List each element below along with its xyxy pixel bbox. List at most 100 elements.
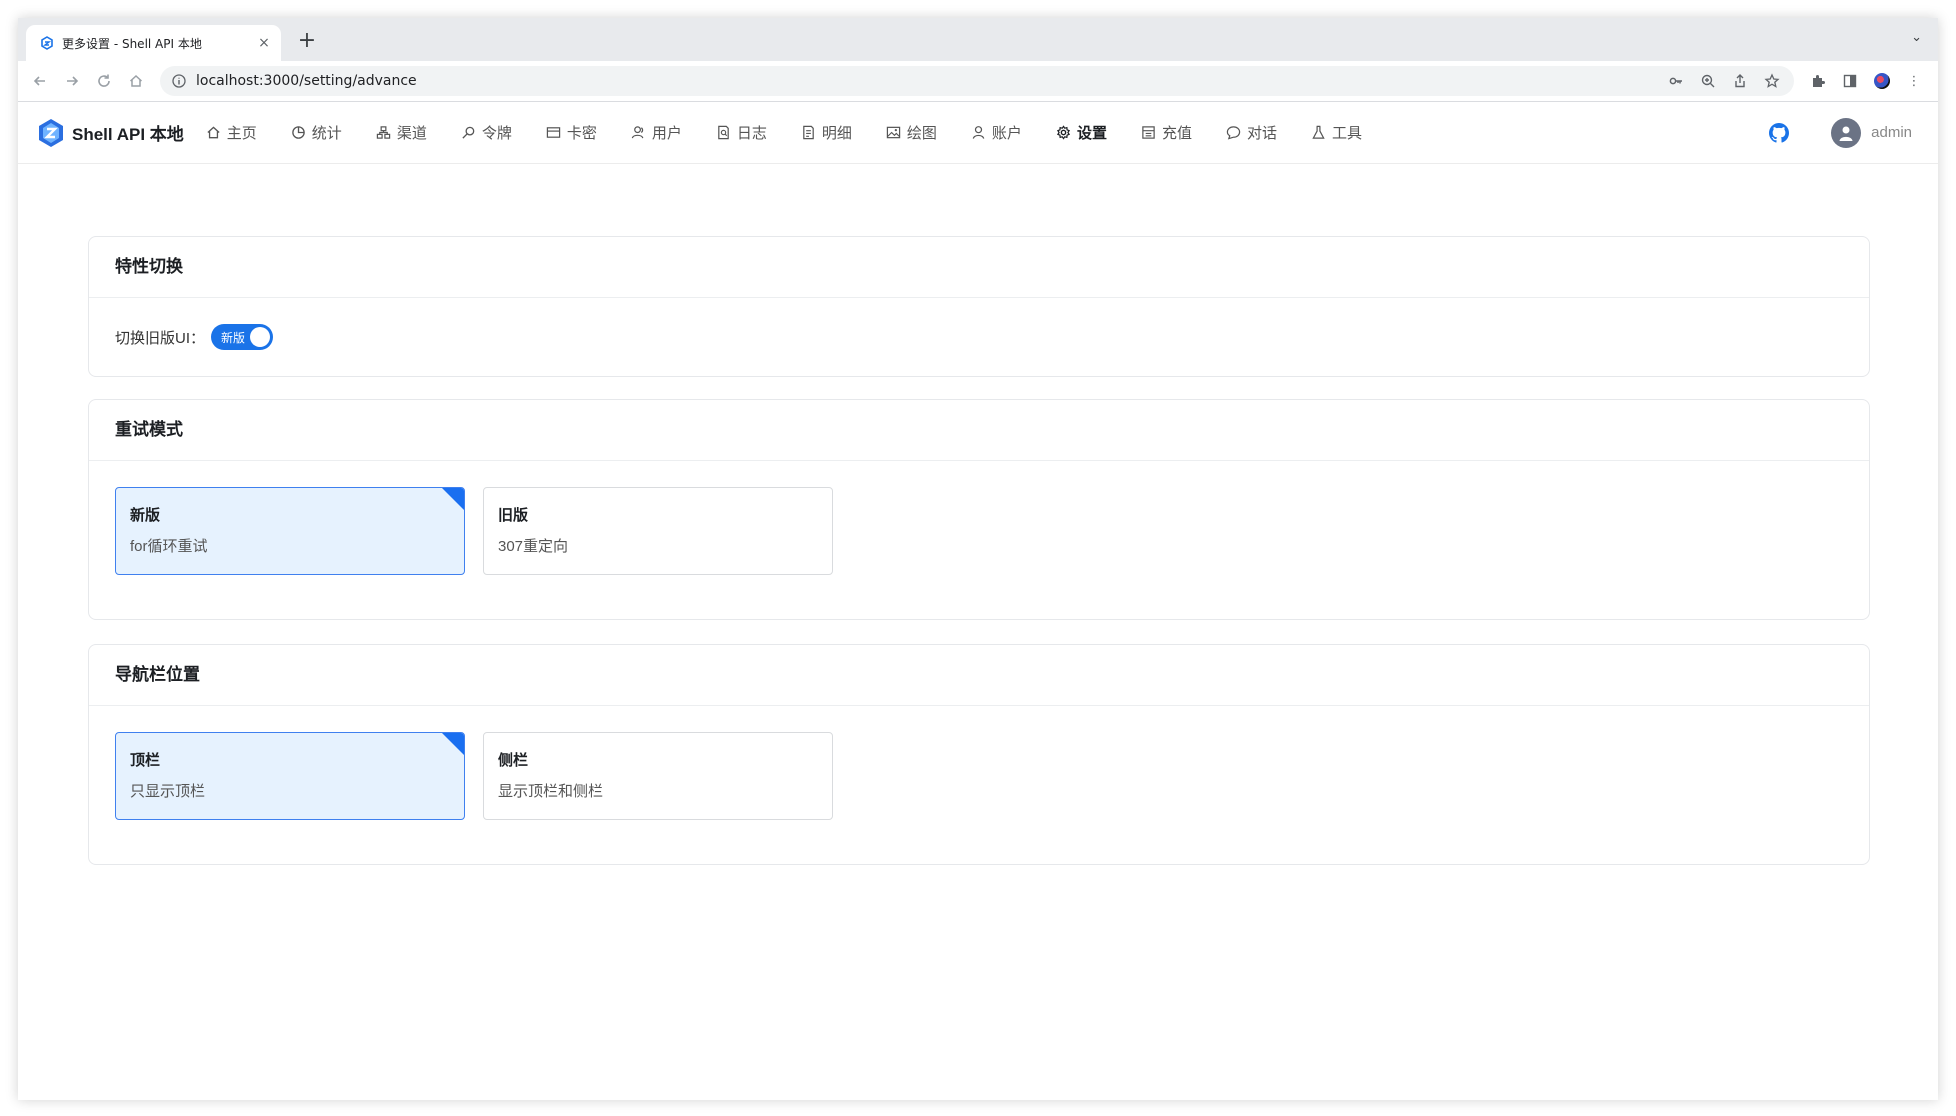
card-icon: [546, 127, 561, 138]
nav-item-home[interactable]: 主页: [206, 122, 257, 143]
switch-knob: [250, 327, 271, 347]
extensions-icon[interactable]: [1810, 73, 1826, 89]
shell-logo-icon: [40, 36, 54, 50]
nav-item-tokens[interactable]: 令牌: [461, 122, 512, 143]
nav-item-users[interactable]: 用户: [631, 122, 682, 143]
tab-strip: 更多设置 - Shell API 本地 × + ⌄: [18, 18, 1938, 61]
browser-window: 更多设置 - Shell API 本地 × + ⌄ localhost:3000…: [18, 18, 1938, 1100]
nav-option-side[interactable]: 侧栏 显示顶栏和侧栏: [483, 732, 833, 820]
account-icon: [972, 126, 985, 139]
sitemap-icon: [376, 126, 391, 139]
nav-item-logs[interactable]: 日志: [716, 122, 767, 143]
ui-version-switch[interactable]: 新版: [211, 324, 274, 350]
nav-label: 主页: [226, 125, 257, 142]
profile-avatar-icon[interactable]: [1874, 73, 1890, 89]
option-desc: 只显示顶栏: [130, 783, 206, 800]
sidepanel-icon[interactable]: [1842, 73, 1858, 89]
shell-logo-icon: [39, 118, 63, 147]
option-desc: for循环重试: [130, 538, 208, 555]
more-vert-icon[interactable]: ⋮: [1906, 73, 1922, 89]
nav-label: 卡密: [566, 125, 597, 142]
users-icon: [631, 126, 644, 139]
selected-check-icon: [442, 733, 464, 755]
github-icon[interactable]: [1769, 122, 1790, 143]
nav-option-top[interactable]: 顶栏 只显示顶栏: [115, 732, 465, 820]
selected-check-icon: [442, 488, 464, 510]
log-icon: [718, 125, 729, 140]
gear-icon: [1056, 125, 1070, 140]
info-icon[interactable]: [172, 73, 188, 89]
back-arrow-icon[interactable]: [26, 67, 54, 95]
brand[interactable]: Shell API 本地: [38, 118, 184, 148]
retry-option-old[interactable]: 旧版 307重定向: [483, 487, 833, 575]
nav-item-tools[interactable]: 工具: [1311, 122, 1362, 143]
pie-chart-icon: [292, 126, 305, 139]
card-title: 特性切换: [89, 237, 1869, 298]
avatar[interactable]: [1831, 117, 1862, 148]
chevron-down-icon[interactable]: ⌄: [1911, 30, 1922, 45]
card-title: 重试模式: [89, 400, 1869, 461]
nav-label: 设置: [1076, 125, 1107, 142]
star-icon[interactable]: [1764, 73, 1780, 89]
nav-item-channels[interactable]: 渠道: [376, 122, 427, 143]
detail-icon: [803, 125, 814, 140]
nav-position-card: 导航栏位置 顶栏 只显示顶栏 侧栏 显示顶栏和侧栏: [88, 644, 1870, 865]
nav-item-settings[interactable]: 设置: [1056, 122, 1107, 143]
retry-mode-card: 重试模式 新版 for循环重试 旧版 307重定向: [88, 399, 1870, 620]
nav-label: 统计: [311, 125, 342, 142]
zoom-icon[interactable]: [1700, 73, 1716, 89]
close-icon[interactable]: ×: [253, 35, 275, 51]
username[interactable]: admin: [1871, 124, 1912, 141]
nav-item-stats[interactable]: 统计: [291, 122, 342, 143]
card-title: 导航栏位置: [89, 645, 1869, 706]
app-header: Shell API 本地 主页 统计 渠道 令牌 卡密 用户 日志 明细 绘图 …: [18, 102, 1938, 164]
nav-item-cards[interactable]: 卡密: [546, 122, 597, 143]
nav-label: 令牌: [481, 125, 512, 142]
home-icon: [207, 126, 220, 139]
flask-icon: [1312, 125, 1325, 139]
retry-option-new[interactable]: 新版 for循环重试: [115, 487, 465, 575]
nav-label: 工具: [1331, 125, 1362, 142]
switch-label: 切换旧版UI：: [115, 329, 206, 347]
nav-label: 对话: [1246, 125, 1277, 142]
nav-item-drawing[interactable]: 绘图: [886, 122, 937, 143]
nav-item-recharge[interactable]: 充值: [1141, 122, 1192, 143]
settings-content: 特性切换 切换旧版UI： 新版 重试模式 新版 for循环重试 旧版 307重定…: [18, 164, 1938, 1100]
nav-item-account[interactable]: 账户: [971, 122, 1022, 143]
new-tab-button[interactable]: +: [294, 28, 320, 54]
browser-toolbar: localhost:3000/setting/advance ⋮: [18, 61, 1938, 102]
feature-toggle-card: 特性切换 切换旧版UI： 新版: [88, 236, 1870, 377]
nav-item-chat[interactable]: 对话: [1226, 122, 1277, 143]
image-icon: [886, 126, 901, 139]
nav-label: 绘图: [906, 125, 937, 142]
switch-text: 新版: [221, 330, 246, 345]
reload-icon[interactable]: [90, 67, 118, 95]
key-icon[interactable]: [1668, 73, 1684, 89]
nav-label: 渠道: [396, 125, 427, 142]
option-title: 新版: [130, 507, 161, 524]
user-icon: [1839, 126, 1853, 141]
key-icon: [462, 126, 475, 139]
nav-label: 账户: [991, 125, 1022, 142]
option-desc: 显示顶栏和侧栏: [498, 783, 604, 800]
option-title: 侧栏: [498, 752, 529, 769]
tab-title: 更多设置 - Shell API 本地: [62, 36, 202, 51]
nav-label: 用户: [651, 125, 682, 142]
url-text[interactable]: localhost:3000/setting/advance: [196, 73, 1668, 89]
option-title: 旧版: [498, 507, 529, 524]
home-icon[interactable]: [122, 67, 150, 95]
nav-label: 日志: [736, 125, 767, 142]
share-icon[interactable]: [1732, 73, 1748, 89]
option-desc: 307重定向: [498, 538, 569, 555]
nav-label: 明细: [821, 125, 852, 142]
option-title: 顶栏: [130, 752, 161, 769]
brand-name: Shell API 本地: [72, 125, 184, 144]
chat-icon: [1226, 126, 1241, 140]
wallet-icon: [1142, 126, 1155, 139]
nav-item-details[interactable]: 明细: [801, 122, 852, 143]
address-bar[interactable]: localhost:3000/setting/advance: [160, 66, 1794, 96]
browser-tab[interactable]: 更多设置 - Shell API 本地 ×: [26, 25, 281, 61]
forward-arrow-icon[interactable]: [58, 67, 86, 95]
top-nav: 主页 统计 渠道 令牌 卡密 用户 日志 明细 绘图 账户 设置 充值 对话 工…: [206, 122, 1396, 143]
nav-label: 充值: [1161, 125, 1192, 142]
